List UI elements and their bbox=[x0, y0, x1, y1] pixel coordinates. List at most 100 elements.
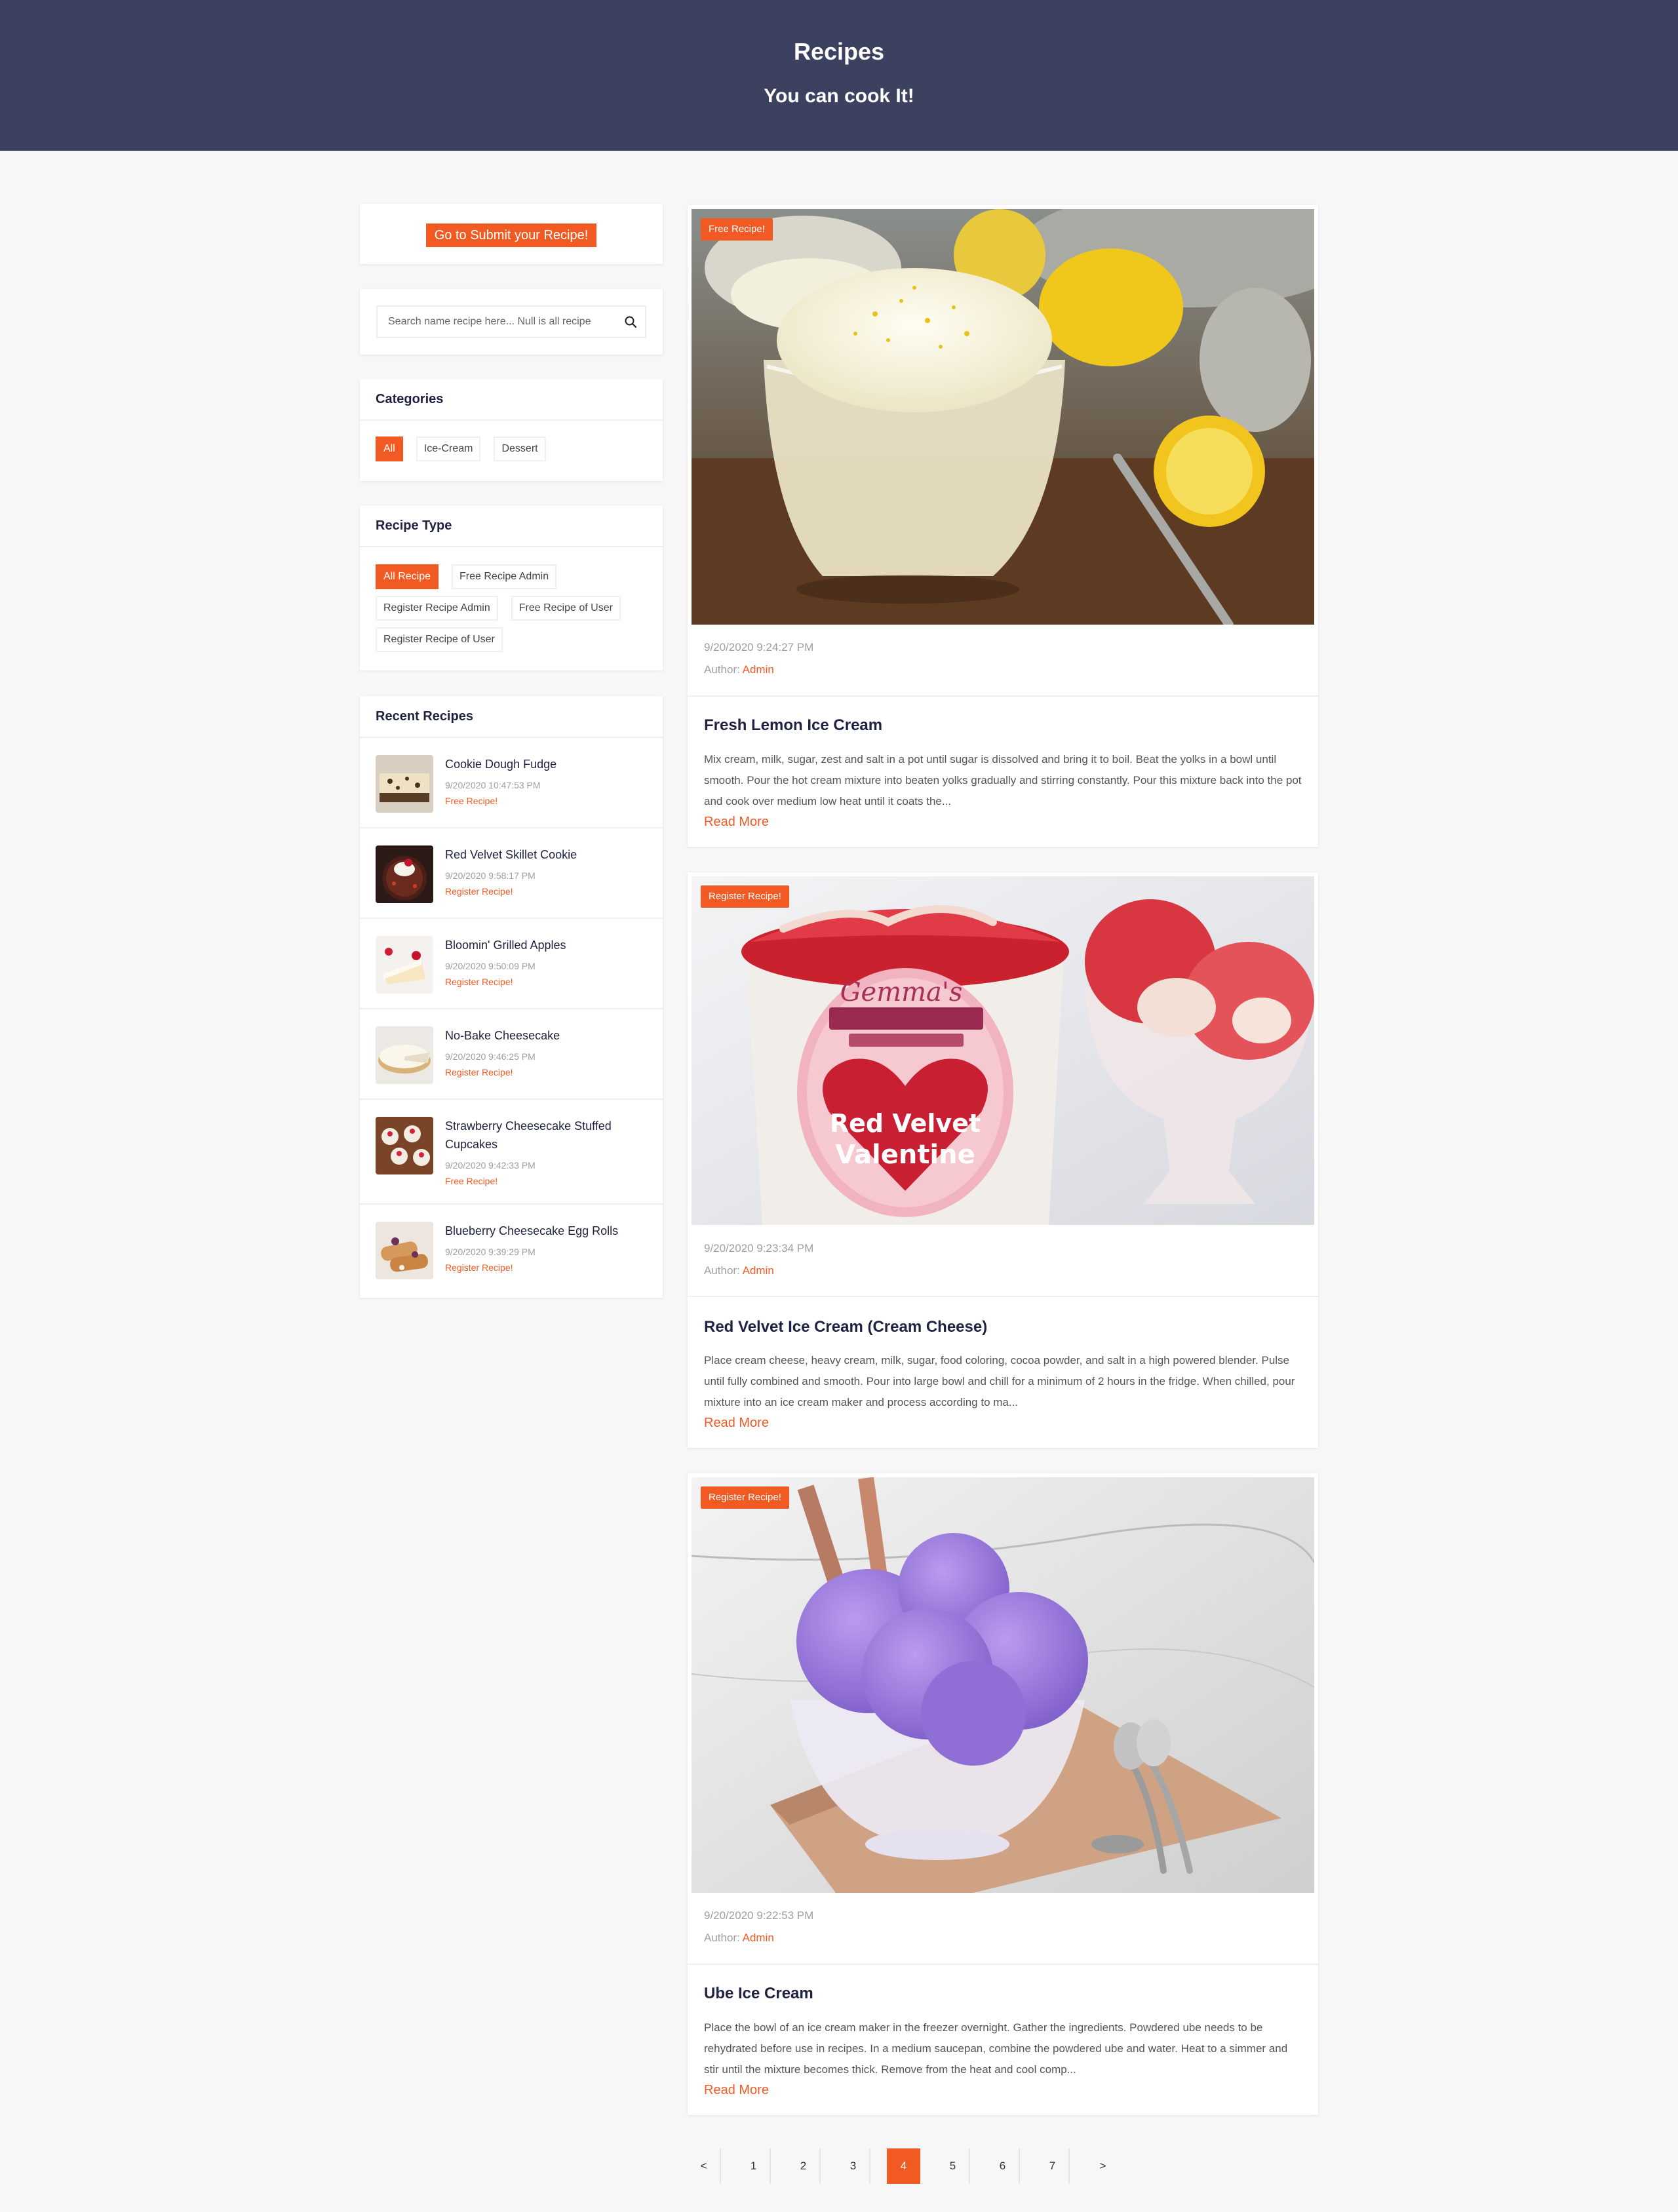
pagination-page-6[interactable]: 6 bbox=[986, 2148, 1020, 2184]
recent-recipe-item[interactable]: Cookie Dough Fudge 9/20/2020 10:47:53 PM… bbox=[360, 738, 663, 828]
recipe-type-title: Recipe Type bbox=[360, 505, 663, 547]
recent-recipe-item[interactable]: Strawberry Cheesecake Stuffed Cupcakes 9… bbox=[360, 1100, 663, 1205]
recent-recipe-title[interactable]: Bloomin' Grilled Apples bbox=[445, 936, 647, 954]
post-date: 9/20/2020 9:23:34 PM bbox=[704, 1242, 814, 1254]
post-title[interactable]: Red Velvet Ice Cream (Cream Cheese) bbox=[704, 1318, 987, 1336]
recent-recipe-date: 9/20/2020 9:39:29 PM bbox=[445, 1247, 536, 1257]
recipe-type-all[interactable]: All Recipe bbox=[376, 564, 439, 589]
post-author-link[interactable]: Admin bbox=[743, 1931, 774, 1944]
post-divider bbox=[688, 1296, 1318, 1297]
pagination-next[interactable]: > bbox=[1086, 2148, 1120, 2184]
recent-recipe-type: Free Recipe! bbox=[445, 1176, 498, 1186]
post-date: 9/20/2020 9:22:53 PM bbox=[704, 1909, 814, 1922]
pagination-page-2[interactable]: 2 bbox=[787, 2148, 821, 2184]
recent-recipe-title[interactable]: Blueberry Cheesecake Egg Rolls bbox=[445, 1222, 647, 1240]
pagination-page-4-current[interactable]: 4 bbox=[887, 2148, 920, 2184]
category-ice-cream[interactable]: Ice-Cream bbox=[416, 437, 481, 461]
recent-recipe-thumbnail[interactable] bbox=[376, 755, 433, 813]
recent-recipe-date: 9/20/2020 9:58:17 PM bbox=[445, 870, 536, 881]
post-meta: 9/20/2020 9:23:34 PM Author: Admin bbox=[704, 1242, 1302, 1277]
pagination-prev[interactable]: < bbox=[688, 2148, 721, 2184]
post-author-label: Author: bbox=[704, 1264, 740, 1277]
categories-widget: Categories All Ice-Cream Dessert bbox=[360, 379, 663, 481]
read-more-link[interactable]: Read More bbox=[704, 815, 769, 830]
recent-recipe-thumbnail[interactable] bbox=[376, 1222, 433, 1279]
pagination-page-1[interactable]: 1 bbox=[737, 2148, 771, 2184]
recent-recipe-item[interactable]: Red Velvet Skillet Cookie 9/20/2020 9:58… bbox=[360, 828, 663, 919]
site-title: Recipes bbox=[793, 38, 885, 65]
recipe-type-register-user[interactable]: Register Recipe of User bbox=[376, 627, 503, 652]
recent-recipe-thumbnail[interactable] bbox=[376, 1117, 433, 1174]
category-all[interactable]: All bbox=[376, 437, 403, 461]
recipe-type-badge: Free Recipe! bbox=[701, 218, 773, 241]
read-more-link[interactable]: Read More bbox=[704, 2083, 769, 2098]
recipe-post-card: Register Recipe! 9/20/2020 9:22:53 PM Au… bbox=[688, 1473, 1318, 2115]
recipe-type-badge: Register Recipe! bbox=[701, 885, 789, 908]
recent-recipe-title[interactable]: No-Bake Cheesecake bbox=[445, 1026, 647, 1045]
recent-recipe-type: Register Recipe! bbox=[445, 1067, 513, 1077]
recipe-type-free-admin[interactable]: Free Recipe Admin bbox=[452, 564, 557, 589]
post-description: Place cream cheese, heavy cream, milk, s… bbox=[704, 1354, 1295, 1408]
pagination-page-7[interactable]: 7 bbox=[1036, 2148, 1070, 2184]
recent-recipe-title[interactable]: Strawberry Cheesecake Stuffed Cupcakes bbox=[445, 1117, 647, 1154]
read-more-link[interactable]: Read More bbox=[704, 1416, 769, 1431]
post-author-row: Author: Admin bbox=[704, 663, 1302, 676]
recent-recipe-thumbnail[interactable] bbox=[376, 845, 433, 903]
site-subtitle: You can cook It! bbox=[764, 85, 914, 107]
recent-recipe-thumbnail[interactable] bbox=[376, 936, 433, 994]
recipe-type-widget: Recipe Type All Recipe Free Recipe Admin… bbox=[360, 505, 663, 670]
recipe-type-list: All Recipe Free Recipe Admin Register Re… bbox=[360, 547, 663, 668]
recent-recipe-thumbnail[interactable] bbox=[376, 1026, 433, 1084]
image-brand-text: Gemma's bbox=[840, 977, 963, 1007]
recent-recipe-date: 9/20/2020 9:50:09 PM bbox=[445, 961, 536, 971]
recipe-post-image[interactable]: Free Recipe! bbox=[692, 209, 1314, 625]
image-product-line1: Red Velvet bbox=[830, 1109, 981, 1138]
recipe-type-register-admin[interactable]: Register Recipe Admin bbox=[376, 596, 498, 621]
recent-recipe-type: Register Recipe! bbox=[445, 886, 513, 897]
post-title[interactable]: Fresh Lemon Ice Cream bbox=[704, 716, 882, 735]
submit-recipe-button[interactable]: Go to Submit your Recipe! bbox=[426, 223, 596, 247]
search-icon[interactable] bbox=[616, 307, 645, 337]
post-author-label: Author: bbox=[704, 663, 740, 676]
pagination-page-3[interactable]: 3 bbox=[837, 2148, 870, 2184]
recent-recipes-title: Recent Recipes bbox=[360, 696, 663, 738]
recent-recipe-type: Register Recipe! bbox=[445, 1262, 513, 1273]
post-author-row: Author: Admin bbox=[704, 1264, 1302, 1277]
post-divider bbox=[688, 1964, 1318, 1965]
recent-recipe-type: Free Recipe! bbox=[445, 796, 498, 806]
category-list: All Ice-Cream Dessert bbox=[360, 421, 663, 477]
search-input[interactable] bbox=[378, 307, 616, 337]
categories-title: Categories bbox=[360, 379, 663, 421]
recent-recipe-item[interactable]: Blueberry Cheesecake Egg Rolls 9/20/2020… bbox=[360, 1205, 663, 1295]
category-dessert[interactable]: Dessert bbox=[494, 437, 546, 461]
recipe-post-image[interactable]: Register Recipe! bbox=[692, 1477, 1314, 1893]
post-meta: 9/20/2020 9:22:53 PM Author: Admin bbox=[704, 1909, 1302, 1945]
recent-recipe-title[interactable]: Red Velvet Skillet Cookie bbox=[445, 845, 647, 864]
pagination: < 1 2 3 4 5 6 7 > bbox=[688, 2148, 1146, 2184]
page-header: Recipes You can cook It! bbox=[0, 0, 1678, 151]
post-author-link[interactable]: Admin bbox=[743, 1264, 774, 1277]
recipe-type-free-user[interactable]: Free Recipe of User bbox=[511, 596, 621, 621]
recipe-post-card: Free Recipe! 9/20/2020 9:24:27 PM Author… bbox=[688, 205, 1318, 847]
image-product-line2: Valentine bbox=[835, 1140, 975, 1170]
recent-recipe-date: 9/20/2020 10:47:53 PM bbox=[445, 780, 541, 790]
post-description: Place the bowl of an ice cream maker in … bbox=[704, 2021, 1288, 2076]
recent-recipes-widget: Recent Recipes Cookie Dough Fudge 9/20/2… bbox=[360, 696, 663, 1298]
post-description: Mix cream, milk, sugar, zest and salt in… bbox=[704, 753, 1302, 807]
recent-recipe-title[interactable]: Cookie Dough Fudge bbox=[445, 755, 647, 773]
search-box bbox=[376, 305, 646, 338]
recipe-type-badge: Register Recipe! bbox=[701, 1486, 789, 1509]
recipe-post-image[interactable]: Gemma's Red Velvet Valentine Register Re… bbox=[692, 876, 1314, 1225]
post-author-row: Author: Admin bbox=[704, 1931, 1302, 1945]
search-widget bbox=[360, 289, 663, 355]
submit-widget: Go to Submit your Recipe! bbox=[360, 204, 663, 264]
pagination-page-5[interactable]: 5 bbox=[937, 2148, 970, 2184]
post-author-link[interactable]: Admin bbox=[743, 663, 774, 676]
post-title[interactable]: Ube Ice Cream bbox=[704, 1985, 813, 2003]
post-divider bbox=[688, 695, 1318, 697]
recent-recipe-item[interactable]: Bloomin' Grilled Apples 9/20/2020 9:50:0… bbox=[360, 919, 663, 1009]
recent-recipe-item[interactable]: No-Bake Cheesecake 9/20/2020 9:46:25 PM … bbox=[360, 1009, 663, 1100]
recent-recipe-type: Register Recipe! bbox=[445, 977, 513, 987]
post-date: 9/20/2020 9:24:27 PM bbox=[704, 641, 814, 653]
post-meta: 9/20/2020 9:24:27 PM Author: Admin bbox=[704, 641, 1302, 676]
